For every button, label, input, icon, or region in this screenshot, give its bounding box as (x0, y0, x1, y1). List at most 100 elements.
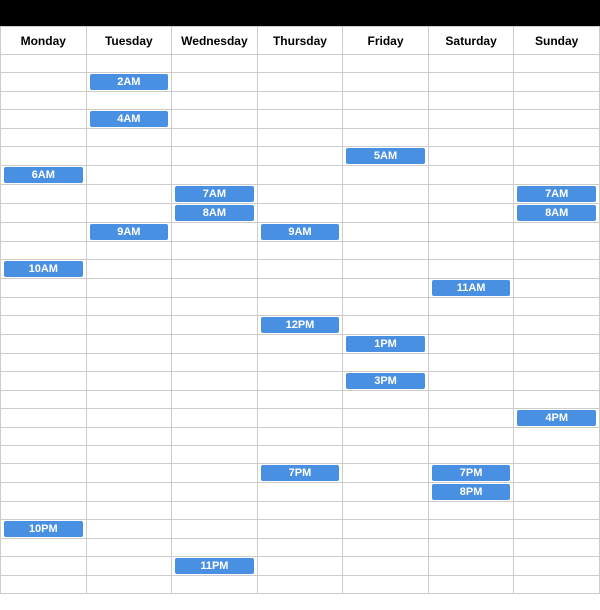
time-slot (172, 110, 258, 129)
table-row: 7AM7AM (1, 185, 600, 204)
time-slot (428, 129, 514, 147)
time-slot (86, 260, 172, 279)
day-header-thursday: Thursday (257, 27, 343, 55)
time-slot (343, 502, 429, 520)
time-slot: 10AM (1, 260, 87, 279)
time-slot (86, 520, 172, 539)
time-slot: 12PM (257, 316, 343, 335)
time-slot (86, 428, 172, 446)
time-slot (257, 166, 343, 185)
time-slot (172, 166, 258, 185)
time-slot (1, 316, 87, 335)
time-slot (1, 391, 87, 409)
time-label: 1PM (346, 336, 425, 352)
time-slot (428, 92, 514, 110)
time-slot (343, 354, 429, 372)
table-row (1, 129, 600, 147)
time-label: 7PM (432, 465, 511, 481)
table-row: 6AM (1, 166, 600, 185)
time-slot (343, 260, 429, 279)
time-slot (514, 73, 600, 92)
day-header-tuesday: Tuesday (86, 27, 172, 55)
time-slot (257, 557, 343, 576)
time-slot (172, 520, 258, 539)
table-row: 2AM (1, 73, 600, 92)
time-slot: 4PM (514, 409, 600, 428)
time-slot (428, 446, 514, 464)
time-slot: 1PM (343, 335, 429, 354)
time-slot (428, 298, 514, 316)
day-header-wednesday: Wednesday (172, 27, 258, 55)
day-header-sunday: Sunday (514, 27, 600, 55)
time-slot (514, 539, 600, 557)
time-slot (343, 464, 429, 483)
time-slot (343, 483, 429, 502)
time-slot (514, 260, 600, 279)
time-slot (428, 204, 514, 223)
time-slot (343, 316, 429, 335)
time-slot (86, 446, 172, 464)
time-slot (514, 335, 600, 354)
schedule-body: 2AM4AM5AM6AM7AM7AM8AM8AM9AM9AM10AM11AM12… (1, 55, 600, 594)
time-slot (343, 223, 429, 242)
time-slot (514, 242, 600, 260)
time-slot (172, 223, 258, 242)
time-slot (428, 354, 514, 372)
time-slot: 2AM (86, 73, 172, 92)
time-slot (257, 335, 343, 354)
time-slot (514, 372, 600, 391)
time-slot (343, 539, 429, 557)
time-slot (257, 502, 343, 520)
table-row (1, 354, 600, 372)
time-slot (172, 502, 258, 520)
time-slot (257, 92, 343, 110)
day-header-saturday: Saturday (428, 27, 514, 55)
time-label: 10PM (4, 521, 83, 537)
time-label: 8AM (175, 205, 254, 221)
time-slot (343, 166, 429, 185)
time-label: 9AM (90, 224, 169, 240)
time-slot (514, 166, 600, 185)
time-slot (257, 260, 343, 279)
time-slot (428, 223, 514, 242)
time-slot (514, 55, 600, 73)
time-slot (1, 372, 87, 391)
table-row (1, 55, 600, 73)
table-row: 10AM (1, 260, 600, 279)
time-slot (1, 464, 87, 483)
table-row (1, 576, 600, 594)
time-label: 7AM (175, 186, 254, 202)
time-slot: 8AM (172, 204, 258, 223)
time-slot (172, 92, 258, 110)
time-slot (428, 335, 514, 354)
time-slot (86, 204, 172, 223)
time-label: 11PM (175, 558, 254, 574)
time-slot (86, 166, 172, 185)
time-slot (343, 185, 429, 204)
time-slot (514, 129, 600, 147)
time-slot (172, 372, 258, 391)
table-row: 3PM (1, 372, 600, 391)
time-slot (86, 409, 172, 428)
time-slot (172, 483, 258, 502)
time-slot (257, 73, 343, 92)
time-slot (86, 242, 172, 260)
time-slot (257, 391, 343, 409)
time-slot: 7PM (428, 464, 514, 483)
time-slot (172, 147, 258, 166)
time-slot (514, 464, 600, 483)
time-slot (172, 316, 258, 335)
time-slot (172, 279, 258, 298)
table-row: 8AM8AM (1, 204, 600, 223)
time-slot (1, 298, 87, 316)
time-slot (86, 372, 172, 391)
table-row (1, 298, 600, 316)
time-slot: 7PM (257, 464, 343, 483)
time-slot (343, 73, 429, 92)
time-slot (1, 223, 87, 242)
time-slot (86, 502, 172, 520)
table-row (1, 502, 600, 520)
time-slot (257, 539, 343, 557)
time-slot (514, 520, 600, 539)
table-row: 9AM9AM (1, 223, 600, 242)
